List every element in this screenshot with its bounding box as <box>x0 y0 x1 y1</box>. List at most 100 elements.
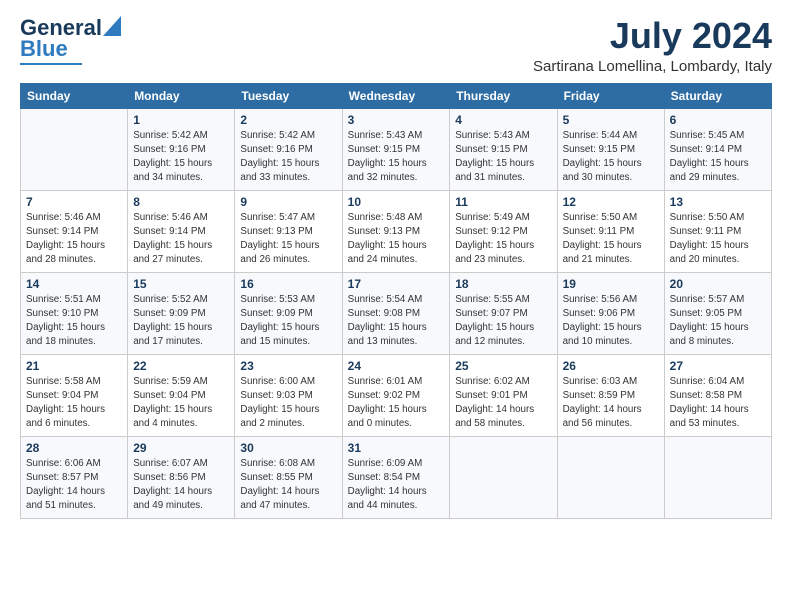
calendar-header: SundayMondayTuesdayWednesdayThursdayFrid… <box>21 83 772 108</box>
day-info: Sunrise: 5:49 AMSunset: 9:12 PMDaylight:… <box>455 211 551 268</box>
calendar-cell <box>21 108 128 190</box>
calendar-cell: 26 Sunrise: 6:03 AMSunset: 8:59 PMDayligh… <box>557 354 664 436</box>
day-info: Sunrise: 5:48 AMSunset: 9:13 PMDaylight:… <box>348 211 445 268</box>
calendar-week: 28Sunrise: 6:06 AMSunset: 8:57 PMDayligh… <box>21 436 772 518</box>
day-info: Sunrise: 5:54 AMSunset: 9:08 PMDaylight:… <box>348 293 445 350</box>
day-info: Sunrise: 6:08 AMSunset: 8:55 PMDaylight:… <box>240 457 336 514</box>
day-number: 18 <box>455 277 551 291</box>
calendar-cell: 10Sunrise: 5:48 AMSunset: 9:13 PMDayligh… <box>342 190 450 272</box>
day-info: Sunrise: 5:55 AMSunset: 9:07 PMDaylight:… <box>455 293 551 350</box>
calendar-cell: 4 Sunrise: 5:43 AMSunset: 9:15 PMDaylight… <box>450 108 557 190</box>
calendar-cell: 23 Sunrise: 6:00 AMSunset: 9:03 PMDayligh… <box>235 354 342 436</box>
calendar-cell: 15Sunrise: 5:52 AMSunset: 9:09 PMDayligh… <box>128 272 235 354</box>
day-info: Sunrise: 6:03 AMSunset: 8:59 PMDaylight:… <box>563 375 659 432</box>
day-number: 23 <box>240 359 336 373</box>
calendar-cell: 8Sunrise: 5:46 AMSunset: 9:14 PMDaylight… <box>128 190 235 272</box>
calendar-cell: 17 Sunrise: 5:54 AMSunset: 9:08 PMDayligh… <box>342 272 450 354</box>
day-info: Sunrise: 5:42 AMSunset: 9:16 PMDaylight:… <box>133 129 229 186</box>
calendar-week: 21 Sunrise: 5:58 AMSunset: 9:04 PMDayligh… <box>21 354 772 436</box>
calendar-cell: 18 Sunrise: 5:55 AMSunset: 9:07 PMDayligh… <box>450 272 557 354</box>
calendar-cell: 22Sunrise: 5:59 AMSunset: 9:04 PMDayligh… <box>128 354 235 436</box>
day-info: Sunrise: 5:47 AMSunset: 9:13 PMDaylight:… <box>240 211 336 268</box>
day-number: 31 <box>348 441 445 455</box>
logo: General Blue <box>20 16 121 65</box>
day-number: 14 <box>26 277 122 291</box>
day-number: 2 <box>240 113 336 127</box>
day-number: 8 <box>133 195 229 209</box>
day-info: Sunrise: 5:53 AMSunset: 9:09 PMDaylight:… <box>240 293 336 350</box>
day-number: 26 <box>563 359 659 373</box>
calendar-cell: 25 Sunrise: 6:02 AMSunset: 9:01 PMDayligh… <box>450 354 557 436</box>
day-number: 17 <box>348 277 445 291</box>
day-info: Sunrise: 5:50 AMSunset: 9:11 PMDaylight:… <box>563 211 659 268</box>
day-info: Sunrise: 5:56 AMSunset: 9:06 PMDaylight:… <box>563 293 659 350</box>
weekday-header: Monday <box>128 83 235 108</box>
calendar-cell: 3Sunrise: 5:43 AMSunset: 9:15 PMDaylight… <box>342 108 450 190</box>
day-number: 30 <box>240 441 336 455</box>
calendar-cell: 29Sunrise: 6:07 AMSunset: 8:56 PMDayligh… <box>128 436 235 518</box>
day-info: Sunrise: 5:58 AMSunset: 9:04 PMDaylight:… <box>26 375 122 432</box>
day-number: 6 <box>670 113 766 127</box>
day-number: 5 <box>563 113 659 127</box>
day-info: Sunrise: 6:09 AMSunset: 8:54 PMDaylight:… <box>348 457 445 514</box>
calendar-cell: 1 Sunrise: 5:42 AMSunset: 9:16 PMDaylight… <box>128 108 235 190</box>
day-number: 27 <box>670 359 766 373</box>
calendar-cell: 2 Sunrise: 5:42 AMSunset: 9:16 PMDaylight… <box>235 108 342 190</box>
day-number: 29 <box>133 441 229 455</box>
calendar-week: 7 Sunrise: 5:46 AMSunset: 9:14 PMDaylight… <box>21 190 772 272</box>
day-number: 11 <box>455 195 551 209</box>
calendar-cell: 28Sunrise: 6:06 AMSunset: 8:57 PMDayligh… <box>21 436 128 518</box>
logo-blue: Blue <box>20 36 68 62</box>
day-number: 9 <box>240 195 336 209</box>
day-number: 20 <box>670 277 766 291</box>
weekday-header: Friday <box>557 83 664 108</box>
calendar-cell: 21 Sunrise: 5:58 AMSunset: 9:04 PMDayligh… <box>21 354 128 436</box>
calendar-week: 14Sunrise: 5:51 AMSunset: 9:10 PMDayligh… <box>21 272 772 354</box>
weekday-header: Saturday <box>664 83 771 108</box>
calendar-cell: 12 Sunrise: 5:50 AMSunset: 9:11 PMDayligh… <box>557 190 664 272</box>
day-info: Sunrise: 6:00 AMSunset: 9:03 PMDaylight:… <box>240 375 336 432</box>
calendar-cell: 9 Sunrise: 5:47 AMSunset: 9:13 PMDaylight… <box>235 190 342 272</box>
weekday-row: SundayMondayTuesdayWednesdayThursdayFrid… <box>21 83 772 108</box>
page: General Blue July 2024 Sartirana Lomelli… <box>0 0 792 529</box>
calendar-cell <box>450 436 557 518</box>
day-number: 1 <box>133 113 229 127</box>
day-number: 21 <box>26 359 122 373</box>
day-info: Sunrise: 5:42 AMSunset: 9:16 PMDaylight:… <box>240 129 336 186</box>
day-info: Sunrise: 5:43 AMSunset: 9:15 PMDaylight:… <box>348 129 445 186</box>
day-info: Sunrise: 5:59 AMSunset: 9:04 PMDaylight:… <box>133 375 229 432</box>
calendar-cell: 5 Sunrise: 5:44 AMSunset: 9:15 PMDaylight… <box>557 108 664 190</box>
calendar-cell: 24 Sunrise: 6:01 AMSunset: 9:02 PMDayligh… <box>342 354 450 436</box>
day-number: 16 <box>240 277 336 291</box>
calendar-cell: 13 Sunrise: 5:50 AMSunset: 9:11 PMDayligh… <box>664 190 771 272</box>
day-number: 24 <box>348 359 445 373</box>
day-info: Sunrise: 5:52 AMSunset: 9:09 PMDaylight:… <box>133 293 229 350</box>
weekday-header: Wednesday <box>342 83 450 108</box>
weekday-header: Sunday <box>21 83 128 108</box>
day-info: Sunrise: 5:44 AMSunset: 9:15 PMDaylight:… <box>563 129 659 186</box>
day-info: Sunrise: 5:50 AMSunset: 9:11 PMDaylight:… <box>670 211 766 268</box>
day-number: 28 <box>26 441 122 455</box>
calendar-cell: 27Sunrise: 6:04 AMSunset: 8:58 PMDayligh… <box>664 354 771 436</box>
day-number: 4 <box>455 113 551 127</box>
title-block: July 2024 Sartirana Lomellina, Lombardy,… <box>533 16 772 75</box>
day-info: Sunrise: 6:01 AMSunset: 9:02 PMDaylight:… <box>348 375 445 432</box>
day-number: 12 <box>563 195 659 209</box>
calendar-cell: 6Sunrise: 5:45 AMSunset: 9:14 PMDaylight… <box>664 108 771 190</box>
day-info: Sunrise: 5:46 AMSunset: 9:14 PMDaylight:… <box>26 211 122 268</box>
day-info: Sunrise: 5:57 AMSunset: 9:05 PMDaylight:… <box>670 293 766 350</box>
day-number: 13 <box>670 195 766 209</box>
day-info: Sunrise: 5:43 AMSunset: 9:15 PMDaylight:… <box>455 129 551 186</box>
day-number: 7 <box>26 195 122 209</box>
day-number: 25 <box>455 359 551 373</box>
day-info: Sunrise: 6:02 AMSunset: 9:01 PMDaylight:… <box>455 375 551 432</box>
calendar-cell: 30 Sunrise: 6:08 AMSunset: 8:55 PMDayligh… <box>235 436 342 518</box>
calendar-cell: 20 Sunrise: 5:57 AMSunset: 9:05 PMDayligh… <box>664 272 771 354</box>
calendar-cell <box>557 436 664 518</box>
main-title: July 2024 <box>533 16 772 56</box>
calendar-cell <box>664 436 771 518</box>
day-number: 19 <box>563 277 659 291</box>
weekday-header: Thursday <box>450 83 557 108</box>
calendar: SundayMondayTuesdayWednesdayThursdayFrid… <box>20 83 772 519</box>
calendar-cell: 11 Sunrise: 5:49 AMSunset: 9:12 PMDayligh… <box>450 190 557 272</box>
